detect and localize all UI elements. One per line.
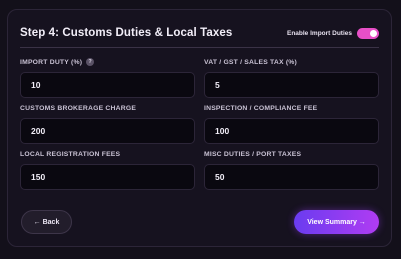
brokerage-field: CUSTOMS BROKERAGE CHARGE 200 <box>20 103 195 144</box>
vat-input[interactable]: 5 <box>204 72 379 98</box>
enable-import-duties-toggle[interactable] <box>357 27 379 39</box>
inspection-label: INSPECTION / COMPLIANCE FEE <box>204 104 318 112</box>
customs-duties-card: Step 4: Customs Duties & Local Taxes Ena… <box>7 9 392 247</box>
import-duty-field: IMPORT DUTY (%) ? 10 <box>20 57 195 98</box>
registration-input[interactable]: 150 <box>20 164 195 190</box>
misc-duties-label: MISC DUTIES / PORT TAXES <box>204 150 302 158</box>
help-icon[interactable]: ? <box>86 58 95 66</box>
back-button[interactable]: ← Back <box>21 210 72 234</box>
import-duties-toggle-group: Enable Import Duties <box>286 27 379 39</box>
vat-field: VAT / GST / SALES TAX (%) 5 <box>204 57 379 98</box>
inspection-input[interactable]: 100 <box>204 118 379 144</box>
toggle-knob <box>370 29 377 37</box>
card-header: Step 4: Customs Duties & Local Taxes Ena… <box>20 24 379 42</box>
registration-label: LOCAL REGISTRATION FEES <box>20 150 121 158</box>
inspection-field: INSPECTION / COMPLIANCE FEE 100 <box>204 103 379 144</box>
misc-duties-field: MISC DUTIES / PORT TAXES 50 <box>204 149 379 190</box>
vat-label: VAT / GST / SALES TAX (%) <box>204 58 297 66</box>
view-summary-button[interactable]: View Summary → <box>294 210 379 234</box>
import-duty-label: IMPORT DUTY (%) <box>20 58 83 66</box>
toggle-label: Enable Import Duties <box>286 29 352 37</box>
brokerage-input[interactable]: 200 <box>20 118 195 144</box>
misc-duties-input[interactable]: 50 <box>204 164 379 190</box>
header-divider <box>20 47 379 48</box>
import-duty-input[interactable]: 10 <box>20 72 195 98</box>
registration-field: LOCAL REGISTRATION FEES 150 <box>20 149 195 190</box>
brokerage-label: CUSTOMS BROKERAGE CHARGE <box>20 104 137 112</box>
step-title: Step 4: Customs Duties & Local Taxes <box>20 27 233 39</box>
